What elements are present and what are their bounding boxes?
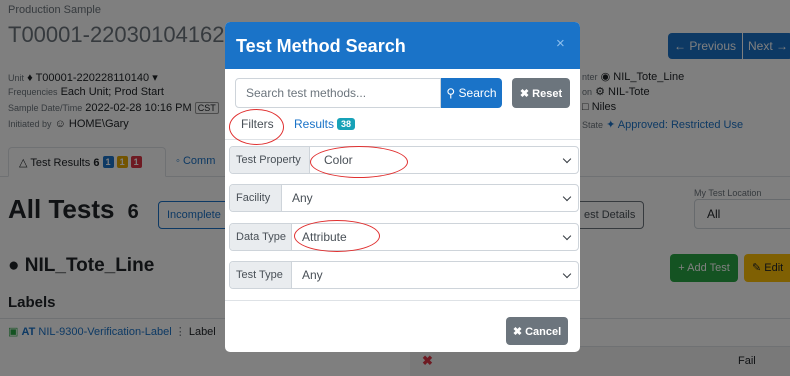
filter-test-type[interactable]: Test Type Any (229, 261, 579, 289)
search-button-label: Search (458, 86, 497, 100)
filter-facility[interactable]: Facility Any (229, 184, 579, 212)
filter-test-property-label: Test Property (230, 147, 310, 173)
times-icon: ✖ (519, 87, 530, 100)
results-count-badge: 38 (337, 118, 356, 130)
modal-title: Test Method Search (236, 36, 406, 56)
tab-results[interactable]: Results 38 (294, 117, 356, 131)
modal-tabs: Filters Results 38 (225, 110, 580, 140)
modal-header: Test Method Search × (225, 22, 580, 69)
cancel-button-label: Cancel (525, 325, 562, 338)
cancel-button[interactable]: ✖ Cancel (506, 317, 568, 345)
filter-data-type[interactable]: Data Type Attribute (229, 223, 579, 251)
filter-facility-label: Facility (230, 185, 282, 211)
filter-data-type-value: Attribute (302, 230, 347, 244)
tab-results-label: Results (294, 117, 335, 131)
filter-test-property[interactable]: Test Property Color (229, 146, 579, 174)
search-button[interactable]: ⚲ Search (441, 78, 502, 108)
times-icon: ✖ (512, 325, 523, 338)
filter-data-type-label: Data Type (230, 224, 292, 250)
chevron-down-icon (562, 231, 572, 241)
search-icon: ⚲ (446, 86, 456, 100)
reset-button[interactable]: ✖ Reset (512, 78, 570, 108)
chevron-down-icon (562, 192, 572, 202)
reset-button-label: Reset (532, 87, 563, 100)
search-input[interactable] (235, 78, 441, 108)
chevron-down-icon (562, 269, 572, 279)
filter-test-type-value: Any (302, 268, 323, 282)
close-icon[interactable]: × (556, 35, 565, 52)
modal-footer: ✖ Cancel (225, 300, 580, 352)
filter-test-type-label: Test Type (230, 262, 292, 288)
filter-facility-value: Any (292, 191, 313, 205)
filter-test-property-value: Color (324, 153, 353, 167)
tab-filters[interactable]: Filters (241, 117, 274, 131)
test-method-search-modal: Test Method Search × ⚲ Search ✖ Reset Fi… (225, 22, 580, 352)
chevron-down-icon (562, 154, 572, 164)
